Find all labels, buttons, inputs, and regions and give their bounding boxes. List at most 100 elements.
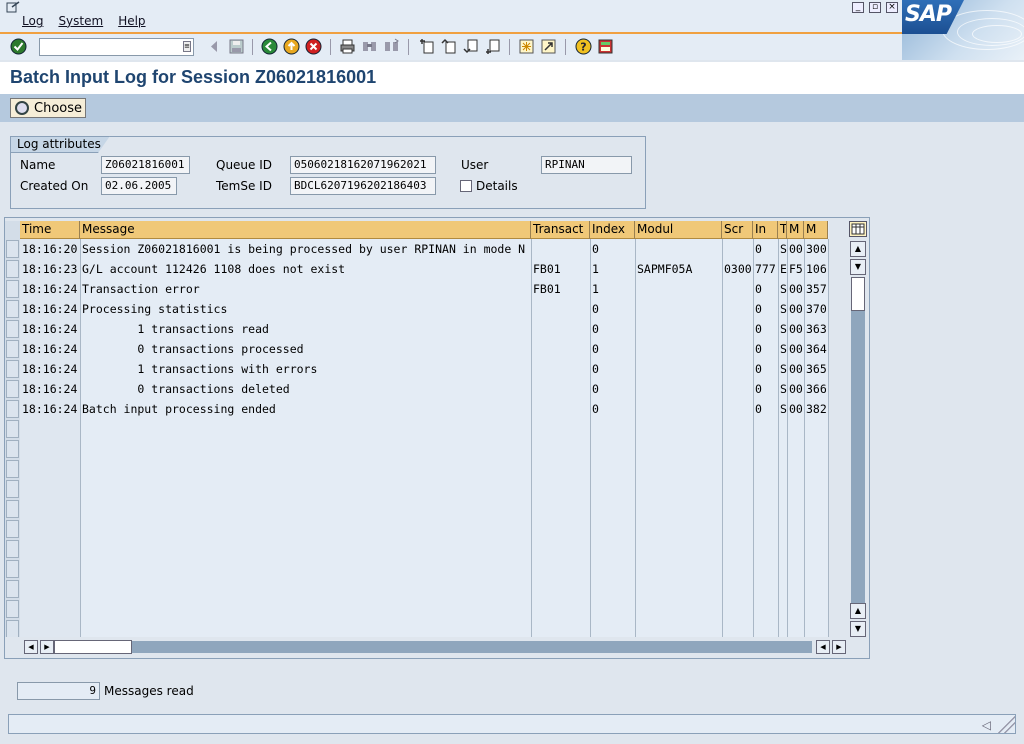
last-page-icon[interactable] <box>484 38 501 55</box>
row-selector[interactable] <box>6 300 19 318</box>
queue-id-field[interactable]: 05060218162071962021 <box>290 156 436 174</box>
print-icon[interactable] <box>339 38 356 55</box>
row-selector[interactable] <box>6 520 19 538</box>
cell-type: S <box>780 242 787 256</box>
cell-msg-id: 00 <box>789 362 803 376</box>
row-selector[interactable] <box>6 580 19 598</box>
row-selector[interactable] <box>6 540 19 558</box>
cell-msg-id: 00 <box>789 342 803 356</box>
menu-item-help[interactable]: Help <box>118 14 145 28</box>
status-expand-icon[interactable]: ◁ <box>982 718 991 732</box>
row-selector[interactable] <box>6 420 19 438</box>
scroll-right-step-icon[interactable]: ▶ <box>40 640 54 654</box>
next-page-icon[interactable] <box>462 38 479 55</box>
name-field[interactable]: Z06021816001 <box>101 156 190 174</box>
scroll-up-icon[interactable]: ▲ <box>850 241 866 257</box>
row-selector[interactable] <box>6 260 19 278</box>
row-selector[interactable] <box>6 620 19 637</box>
find-next-icon[interactable] <box>383 38 400 55</box>
cancel-icon[interactable] <box>305 38 322 55</box>
exit-icon[interactable] <box>283 38 300 55</box>
shortcut-icon[interactable] <box>540 38 557 55</box>
choose-button[interactable]: Choose <box>10 98 86 118</box>
cell-module <box>635 339 722 359</box>
cell-time: 18:16:23 <box>22 262 78 276</box>
horizontal-scrollbar[interactable]: ◀ ▶ ◀ ▶ <box>22 640 848 654</box>
enter-icon[interactable] <box>10 38 27 55</box>
scroll-page-up-icon[interactable]: ▲ <box>850 603 866 619</box>
save-icon[interactable] <box>228 38 245 55</box>
details-checkbox[interactable] <box>460 180 472 192</box>
scroll-left-step-icon[interactable]: ◀ <box>816 640 830 654</box>
row-selector[interactable] <box>6 380 19 398</box>
vertical-scroll-thumb[interactable] <box>851 277 865 311</box>
sap-logo: SAP <box>902 0 1024 60</box>
cell-type: E <box>780 262 787 276</box>
row-selector[interactable] <box>6 240 19 258</box>
cell-msg-id: 00 <box>789 242 803 256</box>
cell-msg-id: 00 <box>789 282 803 296</box>
window-controls: _ ▫ × <box>852 2 898 13</box>
vertical-scrollbar[interactable]: ▲ ▼ ▲ ▼ <box>850 221 866 637</box>
cell-msg-id: 00 <box>789 322 803 336</box>
find-icon[interactable] <box>361 38 378 55</box>
column-header-module[interactable]: Modul <box>635 221 722 239</box>
column-header-transaction[interactable]: Transact <box>531 221 590 239</box>
command-history-icon[interactable]: ≡ <box>183 41 191 52</box>
horizontal-scroll-track[interactable] <box>54 641 812 653</box>
row-selector[interactable] <box>6 360 19 378</box>
cell-transaction <box>531 399 590 419</box>
cell-module <box>635 359 722 379</box>
menu-item-system[interactable]: System <box>58 14 103 28</box>
row-selector[interactable] <box>6 280 19 298</box>
row-selector[interactable] <box>6 560 19 578</box>
create-session-icon[interactable] <box>518 38 535 55</box>
column-header-msg-id[interactable]: M <box>787 221 804 239</box>
cell-msg-id: 00 <box>789 402 803 416</box>
first-page-icon[interactable] <box>418 38 435 55</box>
row-selector[interactable] <box>6 500 19 518</box>
created-on-field[interactable]: 02.06.2005 <box>101 177 177 195</box>
scroll-right-icon[interactable]: ▶ <box>832 640 846 654</box>
horizontal-scroll-thumb[interactable] <box>54 640 132 654</box>
scroll-page-down-icon[interactable]: ▼ <box>850 259 866 275</box>
resize-grip-icon[interactable] <box>995 715 1015 733</box>
customize-layout-icon[interactable] <box>597 38 614 55</box>
queue-id-label: Queue ID <box>216 158 273 172</box>
user-field[interactable]: RPINAN <box>541 156 632 174</box>
cell-index: 1 <box>592 282 599 296</box>
menu-item-log[interactable]: Log <box>22 14 43 28</box>
row-selector[interactable] <box>6 600 19 618</box>
back-icon[interactable] <box>261 38 278 55</box>
column-header-message[interactable]: Message <box>80 221 531 239</box>
vertical-scroll-track[interactable] <box>851 277 865 619</box>
column-header-screen[interactable]: Scr <box>722 221 753 239</box>
scroll-left-icon[interactable]: ◀ <box>24 640 38 654</box>
cell-in: 0 <box>755 242 762 256</box>
cell-index: 0 <box>592 362 599 376</box>
prev-page-icon[interactable] <box>440 38 457 55</box>
restore-button[interactable]: ▫ <box>869 2 881 13</box>
close-button[interactable]: × <box>886 2 898 13</box>
log-table: Time Message Transact Index Modul Scr In T M M 18… <box>5 221 829 637</box>
scroll-down-icon[interactable]: ▼ <box>850 621 866 637</box>
row-selector[interactable] <box>6 480 19 498</box>
cell-msg-no: 366 <box>806 382 827 396</box>
column-header-time[interactable]: Time <box>20 221 80 239</box>
row-selector[interactable] <box>6 320 19 338</box>
temse-id-field[interactable]: BDCL6207196202186403 <box>290 177 436 195</box>
back-arrow-icon[interactable] <box>206 38 223 55</box>
row-selector[interactable] <box>6 440 19 458</box>
row-selector[interactable] <box>6 460 19 478</box>
minimize-button[interactable]: _ <box>852 2 864 13</box>
command-field[interactable]: ≡ <box>39 38 194 56</box>
column-header-type[interactable]: T <box>778 221 787 239</box>
row-selector[interactable] <box>6 400 19 418</box>
window-menu-icon[interactable] <box>6 1 20 13</box>
row-selector[interactable] <box>6 340 19 358</box>
column-header-in[interactable]: In <box>753 221 778 239</box>
column-header-msg-no[interactable]: M <box>804 221 828 239</box>
column-header-index[interactable]: Index <box>590 221 635 239</box>
help-icon[interactable]: ? <box>575 38 592 55</box>
details-label: Details <box>476 179 518 193</box>
